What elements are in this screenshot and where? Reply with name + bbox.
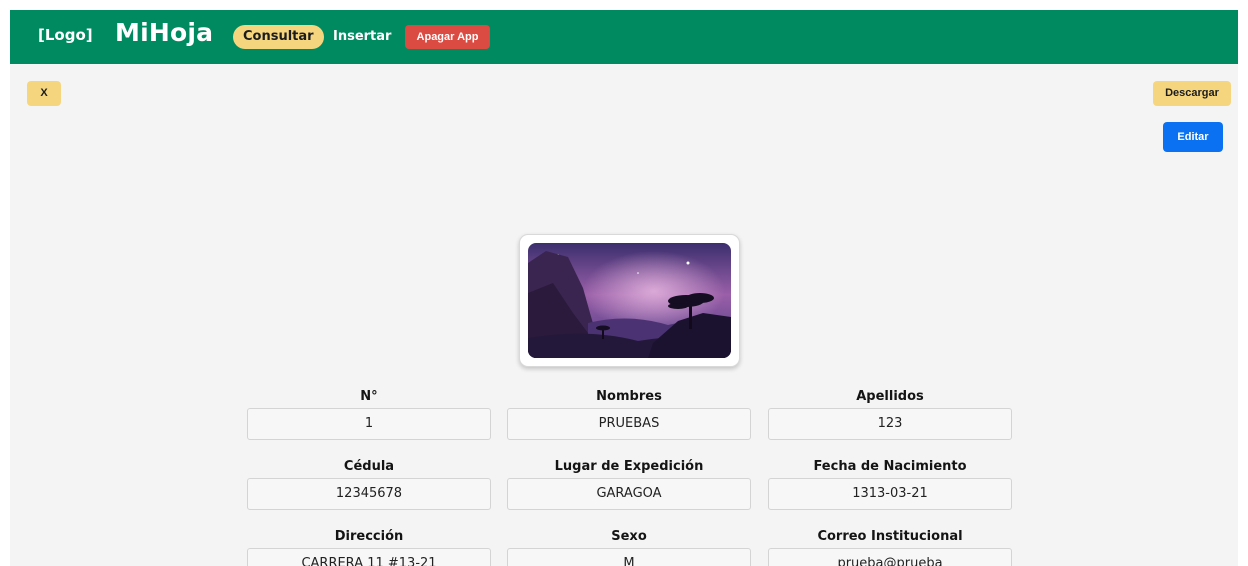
field-value-cedula[interactable]: 12345678 (247, 478, 491, 510)
field-value-direccion[interactable]: CARRERA 11 #13-21 (247, 548, 491, 566)
profile-photo (528, 243, 731, 358)
close-button[interactable]: X (27, 81, 61, 106)
apagar-app-button[interactable]: Apagar App (405, 25, 490, 49)
field-label-apellidos: Apellidos (856, 389, 924, 404)
field-label-lugar-expedicion: Lugar de Expedición (554, 459, 704, 474)
navbar: [Logo] MiHoja Consultar Insertar Apagar … (10, 10, 1238, 64)
field-label-nombres: Nombres (596, 389, 662, 404)
field-value-correo-institucional[interactable]: prueba@prueba (768, 548, 1012, 566)
app-window: [Logo] MiHoja Consultar Insertar Apagar … (10, 10, 1238, 566)
edit-button[interactable]: Editar (1163, 122, 1223, 152)
logo: [Logo] (38, 26, 93, 44)
field-label-correo-institucional: Correo Institucional (817, 529, 963, 544)
field-label-fecha-nacimiento: Fecha de Nacimiento (813, 459, 967, 474)
nav-insertar-link[interactable]: Insertar (333, 29, 391, 44)
field-label-numero: N° (360, 389, 378, 404)
field-value-numero[interactable]: 1 (247, 408, 491, 440)
field-value-nombres[interactable]: PRUEBAS (507, 408, 751, 440)
field-value-apellidos[interactable]: 123 (768, 408, 1012, 440)
brand-title[interactable]: MiHoja (115, 18, 213, 47)
field-value-fecha-nacimiento[interactable]: 1313-03-21 (768, 478, 1012, 510)
download-button[interactable]: Descargar (1153, 81, 1231, 106)
field-label-sexo: Sexo (611, 529, 647, 544)
nav-consultar-button[interactable]: Consultar (233, 25, 324, 49)
field-value-sexo[interactable]: M (507, 548, 751, 566)
profile-photo-card (519, 234, 740, 367)
field-label-cedula: Cédula (343, 459, 395, 474)
field-label-direccion: Dirección (334, 529, 404, 544)
field-value-lugar-expedicion[interactable]: GARAGOA (507, 478, 751, 510)
